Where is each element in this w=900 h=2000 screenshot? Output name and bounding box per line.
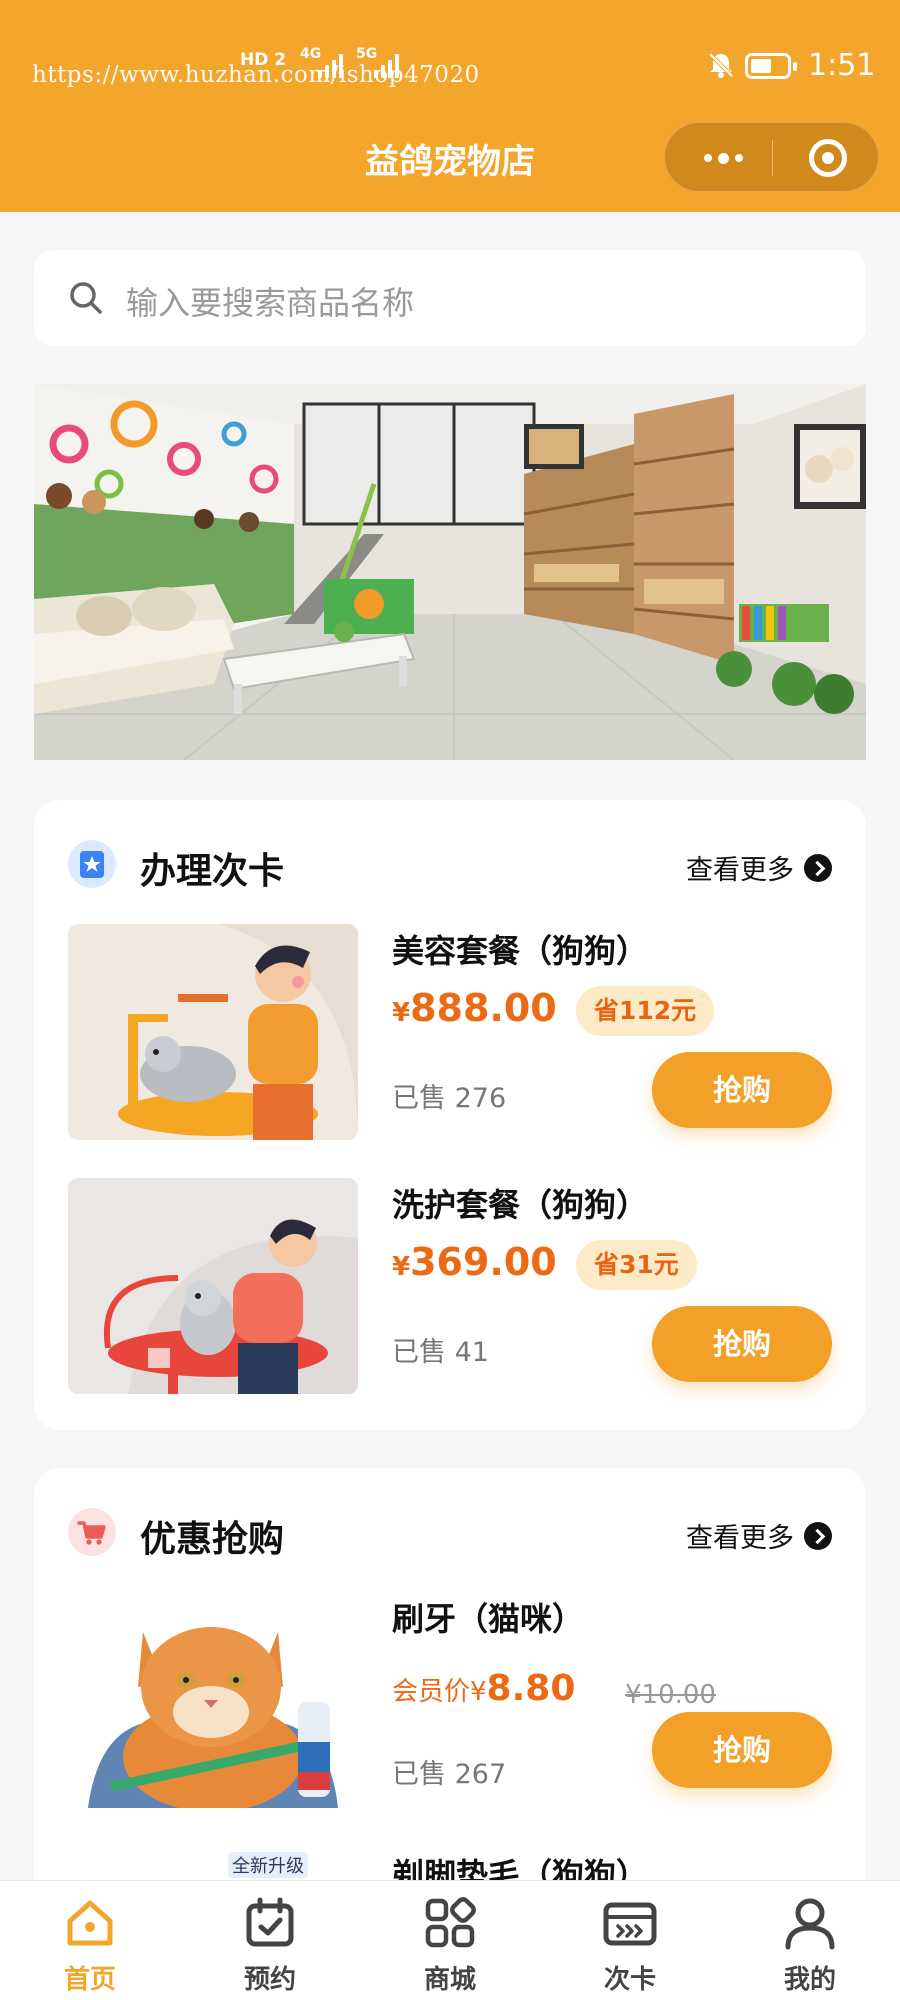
sold-count: 已售 41 <box>392 1337 489 1368</box>
sold-count: 已售 276 <box>392 1083 507 1114</box>
product-item[interactable]: 刷牙（猫咪） 会员价¥8.80 ¥10.00 已售 267 抢购 <box>68 1592 832 1808</box>
bell-muted-icon <box>708 52 734 78</box>
tab-booking[interactable]: 预约 <box>210 1881 330 2000</box>
sold-count: 已售 267 <box>392 1759 507 1790</box>
tab-label: 商城 <box>423 1965 476 1995</box>
pet-store-interior-image <box>34 384 866 760</box>
product-item[interactable]: 洗护套餐（狗狗） ¥369.00 省31元 已售 41 抢购 <box>68 1178 832 1394</box>
upgrade-badge: 全新升级 <box>228 1852 308 1878</box>
original-price: ¥10.00 <box>625 1680 716 1710</box>
signal-bars-icon <box>318 52 343 78</box>
view-more-label: 查看更多 <box>686 855 794 886</box>
close-target-icon[interactable] <box>809 139 847 177</box>
star-card-icon <box>68 840 116 888</box>
status-time: 1:51 <box>808 48 876 83</box>
product-price: ¥369.00 <box>392 1240 557 1284</box>
section-title: 办理次卡 <box>140 851 285 892</box>
home-icon <box>67 1900 113 1946</box>
buy-button[interactable]: 抢购 <box>652 1712 832 1788</box>
status-bar: https://www.huzhan.com/ishop47020 HD 2 4… <box>0 0 900 130</box>
tab-label: 首页 <box>63 1965 116 1995</box>
signal-bars-icon <box>374 52 399 78</box>
tab-label: 次卡 <box>603 1965 656 1995</box>
battery-icon <box>745 53 797 79</box>
view-more-link[interactable]: 查看更多 <box>686 848 832 887</box>
product-name: 洗护套餐（狗狗） <box>392 1186 649 1224</box>
savings-badge: 省31元 <box>576 1240 697 1290</box>
more-options-icon[interactable] <box>693 147 753 169</box>
product-price: ¥888.00 <box>392 986 557 1030</box>
dog-grooming-illustration <box>68 924 358 1140</box>
user-icon <box>785 1898 835 1950</box>
tab-home[interactable]: 首页 <box>30 1881 150 2000</box>
ticket-icon <box>603 1902 657 1946</box>
view-more-label: 查看更多 <box>686 1523 794 1554</box>
tab-mine[interactable]: 我的 <box>750 1881 870 2000</box>
hd-badge: HD 2 <box>240 50 287 70</box>
bottom-tab-bar: 首页 预约 商城 次卡 我的 <box>0 1880 900 2000</box>
section-header: 办理次卡 查看更多 <box>68 838 832 898</box>
product-name: 美容套餐（狗狗） <box>392 932 649 970</box>
tab-label: 预约 <box>243 1965 296 1995</box>
section-title: 优惠抢购 <box>140 1519 285 1560</box>
tab-mall[interactable]: 商城 <box>390 1881 510 2000</box>
shopping-cart-icon <box>68 1508 116 1556</box>
chevron-right-icon <box>804 1521 832 1550</box>
search-bar[interactable]: 输入要搜索商品名称 <box>34 250 866 346</box>
calendar-check-icon <box>246 1897 294 1947</box>
store-banner-image[interactable] <box>34 384 866 760</box>
buy-button[interactable]: 抢购 <box>652 1306 832 1382</box>
times-card-section: 办理次卡 查看更多 美容套餐（狗狗） ¥888.00 省112元 已售 276 … <box>34 800 866 1430</box>
grid-icon <box>425 1897 476 1948</box>
product-image <box>68 924 358 1140</box>
cat-toothbrush-image <box>68 1592 358 1808</box>
product-image <box>68 1592 358 1808</box>
product-item[interactable]: 美容套餐（狗狗） ¥888.00 省112元 已售 276 抢购 <box>68 924 832 1140</box>
product-name: 刷牙（猫咪） <box>392 1600 585 1638</box>
member-price: 会员价¥8.80 <box>392 1668 576 1709</box>
chevron-right-icon <box>804 853 832 882</box>
dog-washing-illustration <box>68 1178 358 1394</box>
tab-times-card[interactable]: 次卡 <box>570 1881 690 2000</box>
app-header: https://www.huzhan.com/ishop47020 HD 2 4… <box>0 0 900 212</box>
search-placeholder: 输入要搜索商品名称 <box>126 284 415 322</box>
savings-badge: 省112元 <box>576 986 715 1036</box>
product-image <box>68 1178 358 1394</box>
buy-button[interactable]: 抢购 <box>652 1052 832 1128</box>
section-header: 优惠抢购 查看更多 <box>68 1506 832 1566</box>
search-icon <box>70 282 102 314</box>
mini-program-capsule <box>664 122 879 192</box>
view-more-link[interactable]: 查看更多 <box>686 1516 832 1555</box>
tab-label: 我的 <box>783 1965 836 1995</box>
